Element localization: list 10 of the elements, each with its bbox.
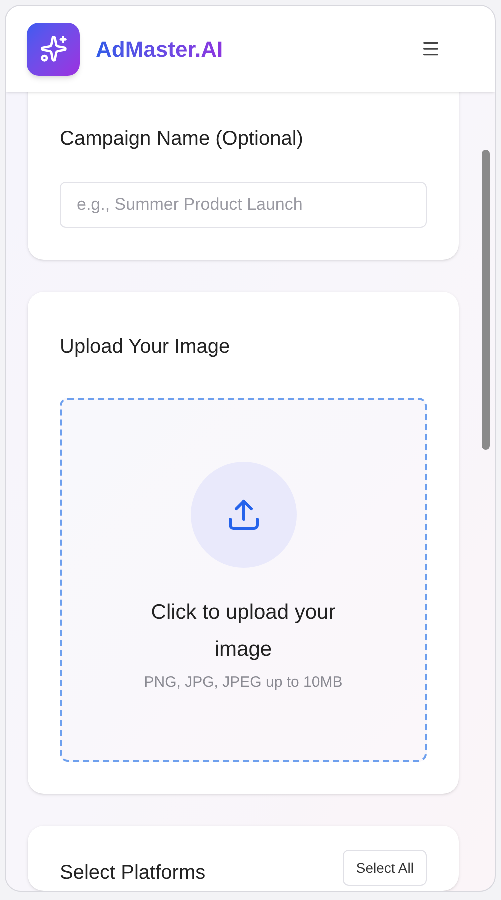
section-title: Select Platforms [60, 861, 206, 886]
upload-prompt: Click to upload your image [150, 600, 337, 663]
logo-icon [27, 22, 80, 76]
upload-dropzone[interactable]: Click to upload your image PNG, JPG, JPEG up to 10MB [60, 398, 427, 762]
upload-hint: PNG, JPG, JPEG up to 10MB [144, 673, 343, 693]
campaign-name-field[interactable]: e.g., Summer Product Launch [60, 182, 427, 228]
select-all-button[interactable]: Select All [343, 850, 427, 886]
section-title: Campaign Name (Optional) [60, 127, 304, 152]
scrollbar-thumb[interactable] [482, 150, 490, 450]
section-title: Upload Your Image [60, 335, 232, 360]
